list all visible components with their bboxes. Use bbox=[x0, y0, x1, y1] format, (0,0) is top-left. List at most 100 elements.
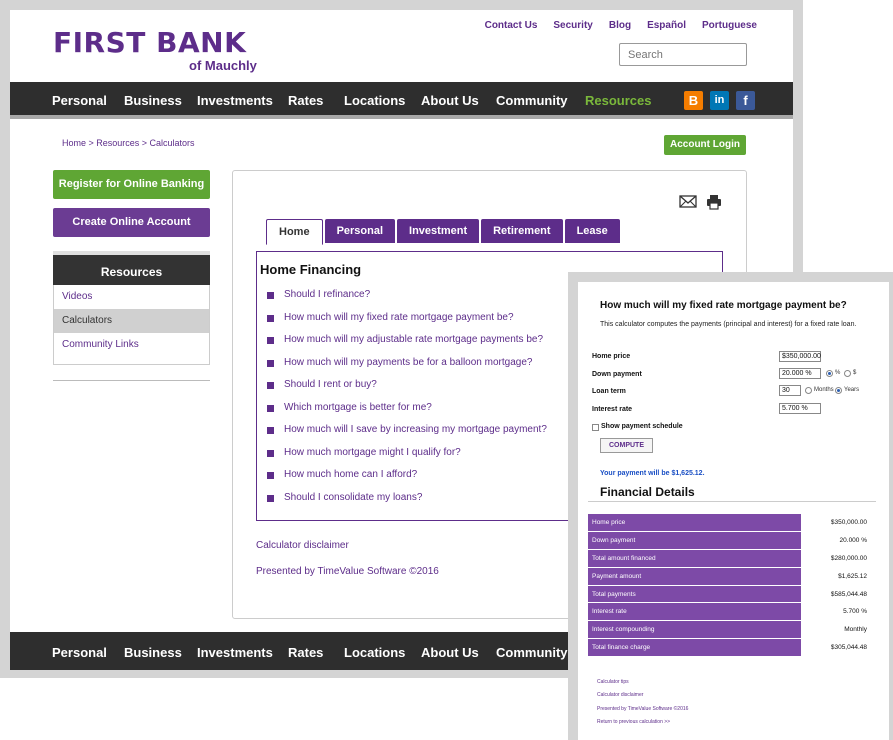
register-online-banking-button[interactable]: Register for Online Banking bbox=[53, 170, 210, 199]
calculator-links: Calculator tips Calculator disclaimer Pr… bbox=[597, 679, 688, 733]
table-row: Total finance charge $305,044.48 bbox=[588, 638, 871, 657]
footer-nav-about-us[interactable]: About Us bbox=[421, 645, 479, 660]
footer-nav-rates[interactable]: Rates bbox=[288, 645, 323, 660]
calculator-popup: How much will my fixed rate mortgage pay… bbox=[568, 272, 893, 740]
detail-value: 20.000 % bbox=[801, 531, 871, 551]
nav-personal[interactable]: Personal bbox=[52, 93, 107, 108]
calculator-title: How much will my fixed rate mortgage pay… bbox=[600, 300, 847, 311]
list-item[interactable]: Which mortgage is better for me? bbox=[267, 402, 547, 425]
email-icon[interactable] bbox=[679, 194, 699, 210]
logo-name: FIRST BANK bbox=[53, 26, 247, 59]
show-schedule-checkbox[interactable] bbox=[592, 424, 599, 431]
facebook-icon[interactable]: f bbox=[736, 91, 755, 110]
util-link-blog[interactable]: Blog bbox=[609, 20, 631, 31]
print-icon[interactable] bbox=[706, 194, 722, 210]
list-item[interactable]: How much will my adjustable rate mortgag… bbox=[267, 334, 547, 357]
tab-lease[interactable]: Lease bbox=[564, 219, 620, 243]
footer-nav-community[interactable]: Community bbox=[496, 645, 568, 660]
interest-rate-input[interactable]: 5.700 % bbox=[779, 403, 821, 414]
detail-value: $1,625.12 bbox=[801, 567, 871, 586]
tab-retirement[interactable]: Retirement bbox=[481, 219, 563, 243]
tab-home[interactable]: Home bbox=[266, 219, 323, 245]
question-list: Should I refinance? How much will my fix… bbox=[267, 289, 547, 514]
loan-term-years-label: Years bbox=[844, 387, 860, 393]
bank-logo[interactable]: FIRST BANK of Mauchly bbox=[53, 26, 257, 74]
sidebar-item-calculators[interactable]: Calculators bbox=[54, 309, 209, 333]
presented-by-link[interactable]: Presented by TimeValue Software ©2016 bbox=[256, 566, 439, 577]
detail-label: Payment amount bbox=[588, 567, 801, 586]
down-payment-dollar-label: $ bbox=[853, 370, 857, 376]
list-item[interactable]: How much home can I afford? bbox=[267, 469, 547, 492]
loan-term-input[interactable]: 30 bbox=[779, 385, 801, 396]
table-row: Payment amount $1,625.12 bbox=[588, 567, 871, 586]
down-payment-percent-radio[interactable] bbox=[826, 370, 833, 377]
list-item[interactable]: Should I refinance? bbox=[267, 289, 547, 312]
list-item[interactable]: How much will I save by increasing my mo… bbox=[267, 424, 547, 447]
list-item[interactable]: How much mortgage might I qualify for? bbox=[267, 447, 547, 470]
detail-value: $305,044.48 bbox=[801, 638, 871, 657]
footer-nav-business[interactable]: Business bbox=[124, 645, 182, 660]
resources-panel: Resources Videos Calculators Community L… bbox=[53, 251, 210, 365]
list-item[interactable]: Should I rent or buy? bbox=[267, 379, 547, 402]
create-online-account-button[interactable]: Create Online Account bbox=[53, 208, 210, 237]
linkedin-icon[interactable]: in bbox=[710, 91, 729, 110]
sidebar-item-community-links[interactable]: Community Links bbox=[54, 333, 209, 357]
loan-term-months-radio[interactable] bbox=[805, 387, 812, 394]
nav-resources[interactable]: Resources bbox=[585, 93, 651, 108]
nav-business[interactable]: Business bbox=[124, 93, 182, 108]
list-item[interactable]: How much will my payments be for a ballo… bbox=[267, 357, 547, 380]
list-item[interactable]: How much will my fixed rate mortgage pay… bbox=[267, 312, 547, 335]
calculator-tabs: Home Personal Investment Retirement Leas… bbox=[266, 219, 620, 245]
detail-label: Home price bbox=[588, 514, 801, 533]
table-row: Interest compounding Monthly bbox=[588, 620, 871, 640]
down-payment-label: Down payment bbox=[592, 371, 642, 378]
compute-button[interactable]: COMPUTE bbox=[600, 438, 653, 453]
nav-investments[interactable]: Investments bbox=[197, 93, 273, 108]
home-price-input[interactable]: $350,000.00 bbox=[779, 351, 821, 362]
presented-by-link[interactable]: Presented by TimeValue Software ©2016 bbox=[597, 706, 688, 712]
account-login-button[interactable]: Account Login bbox=[664, 135, 746, 155]
home-price-label: Home price bbox=[592, 353, 631, 360]
detail-value: Monthly bbox=[801, 620, 871, 640]
financial-details-title: Financial Details bbox=[600, 485, 695, 499]
nav-rates[interactable]: Rates bbox=[288, 93, 323, 108]
return-previous-link[interactable]: Return to previous calculation >> bbox=[597, 719, 688, 725]
nav-community[interactable]: Community bbox=[496, 93, 568, 108]
util-link-portuguese[interactable]: Portuguese bbox=[702, 20, 757, 31]
breadcrumb[interactable]: Home > Resources > Calculators bbox=[62, 138, 195, 148]
calculator-disclaimer-link[interactable]: Calculator disclaimer bbox=[256, 540, 349, 551]
tab-personal[interactable]: Personal bbox=[324, 219, 396, 243]
calculator-page: How much will my fixed rate mortgage pay… bbox=[578, 282, 889, 740]
calculator-disclaimer-link[interactable]: Calculator disclaimer bbox=[597, 692, 688, 698]
footer-nav-investments[interactable]: Investments bbox=[197, 645, 273, 660]
list-item[interactable]: Should I consolidate my loans? bbox=[267, 492, 547, 515]
util-link-espanol[interactable]: Español bbox=[647, 20, 686, 31]
table-row: Total payments $585,044.48 bbox=[588, 585, 871, 604]
down-payment-dollar-radio[interactable] bbox=[844, 370, 851, 377]
nav-locations[interactable]: Locations bbox=[344, 93, 405, 108]
detail-label: Down payment bbox=[588, 531, 801, 551]
detail-value: $585,044.48 bbox=[801, 585, 871, 604]
calculator-tips-link[interactable]: Calculator tips bbox=[597, 679, 688, 685]
detail-label: Total payments bbox=[588, 585, 801, 604]
down-payment-input[interactable]: 20.000 % bbox=[779, 368, 821, 379]
search-input[interactable] bbox=[619, 43, 747, 66]
detail-label: Interest compounding bbox=[588, 620, 801, 640]
table-row: Home price $350,000.00 bbox=[588, 514, 871, 533]
utility-nav: Contact Us Security Blog Español Portugu… bbox=[485, 20, 757, 31]
util-link-security[interactable]: Security bbox=[553, 20, 592, 31]
sidebar-divider bbox=[53, 380, 210, 381]
show-schedule-label: Show payment schedule bbox=[601, 423, 683, 430]
nav-about-us[interactable]: About Us bbox=[421, 93, 479, 108]
home-financing-title: Home Financing bbox=[260, 262, 362, 277]
util-link-contact[interactable]: Contact Us bbox=[485, 20, 538, 31]
calculator-description: This calculator computes the payments (p… bbox=[600, 321, 857, 328]
tab-investment[interactable]: Investment bbox=[397, 219, 480, 243]
footer-nav-personal[interactable]: Personal bbox=[52, 645, 107, 660]
footer-nav-locations[interactable]: Locations bbox=[344, 645, 405, 660]
main-nav: Personal Business Investments Rates Loca… bbox=[10, 82, 793, 119]
loan-term-years-radio[interactable] bbox=[835, 387, 842, 394]
detail-label: Total finance charge bbox=[588, 638, 801, 657]
blogger-icon[interactable]: B bbox=[684, 91, 703, 110]
logo-tagline: of Mauchly bbox=[189, 58, 257, 73]
